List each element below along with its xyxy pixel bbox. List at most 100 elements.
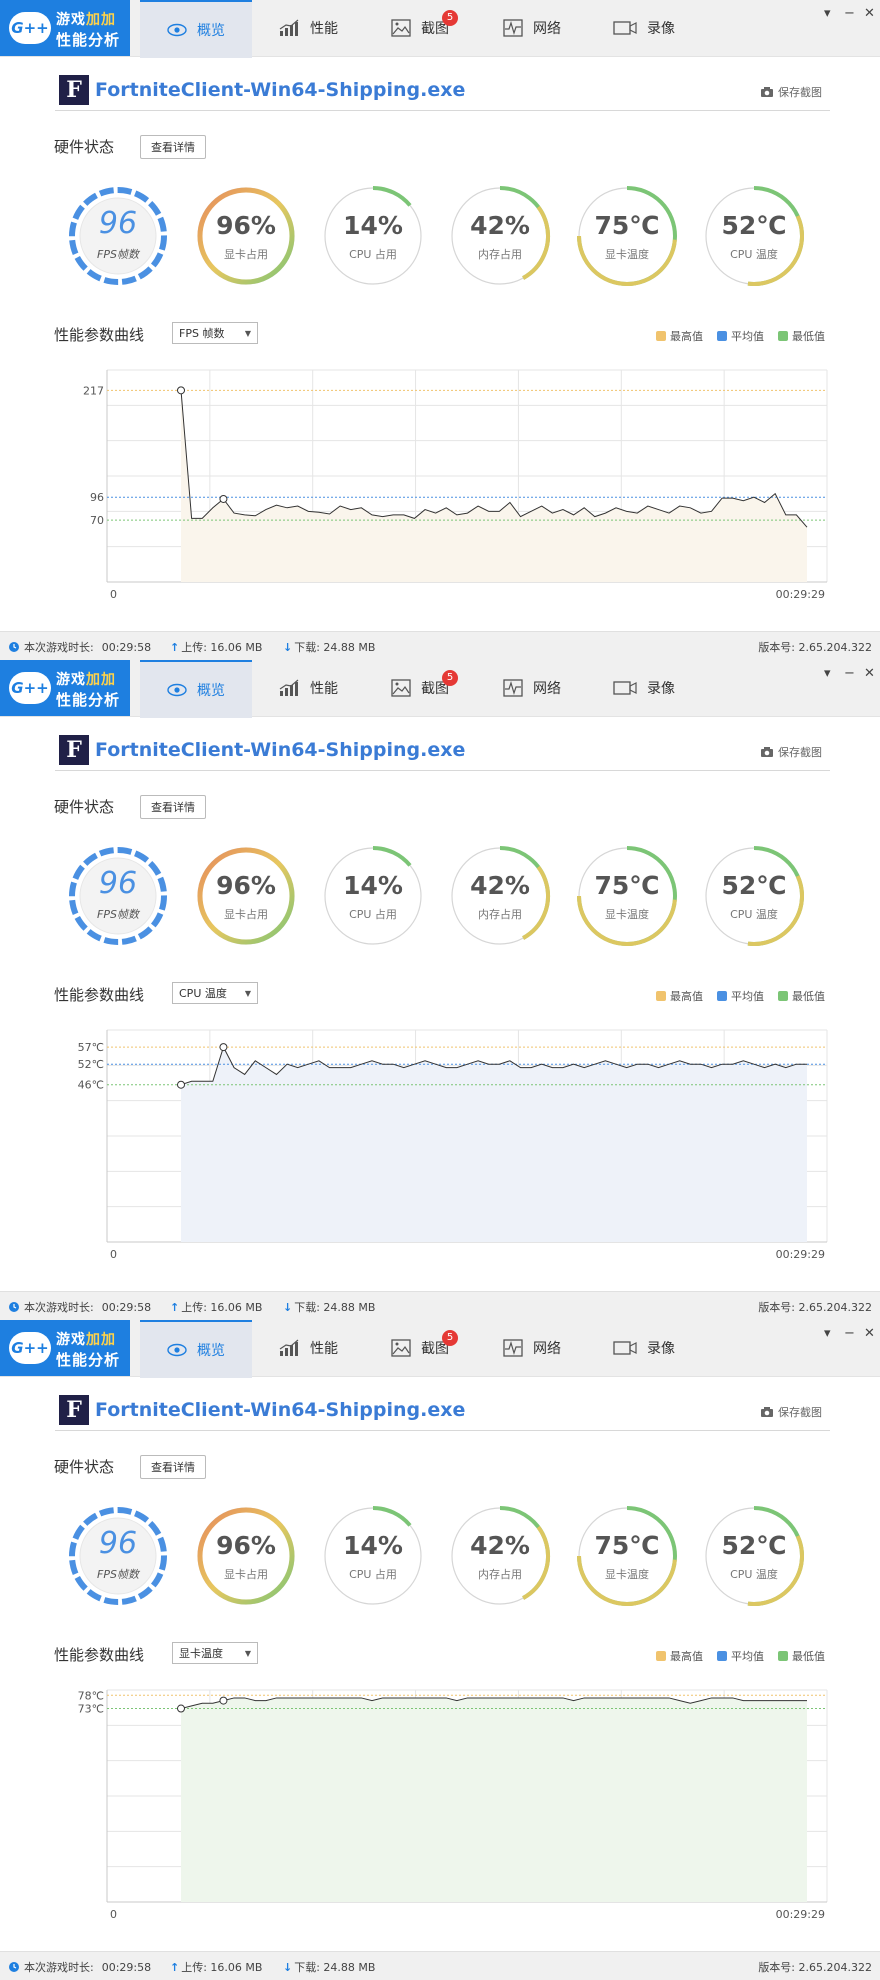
perf-curve-title: 性能参数曲线 bbox=[54, 326, 145, 344]
analysis-window: G++ 游戏加加 性能分析 概览 性能 截图 5 网络 录像 ▾ − ✕ F F… bbox=[0, 0, 880, 660]
tab-screenshots[interactable]: 截图 5 bbox=[364, 0, 476, 56]
tab-network[interactable]: 网络 bbox=[476, 1320, 588, 1376]
tab-performance[interactable]: 性能 bbox=[252, 0, 364, 56]
menu-dropdown-icon[interactable]: ▾ bbox=[824, 1326, 831, 1341]
menu-dropdown-icon[interactable]: ▾ bbox=[824, 6, 831, 21]
close-icon[interactable]: ✕ bbox=[864, 1326, 875, 1341]
gauge-1: 96% 显卡占用 bbox=[194, 844, 298, 948]
chevron-down-icon: ▼ bbox=[244, 329, 251, 338]
tab-overview[interactable]: 概览 bbox=[140, 660, 252, 718]
view-details-button[interactable]: 查看详情 bbox=[140, 135, 206, 159]
logo-badge: G++ bbox=[9, 672, 51, 704]
metric-select[interactable]: FPS 帧数 ▼ bbox=[172, 322, 258, 344]
title-bar: G++ 游戏加加 性能分析 概览 性能 截图 5 网络 录像 ▾ − ✕ bbox=[0, 1320, 880, 1378]
tab-overview[interactable]: 概览 bbox=[140, 0, 252, 58]
y-tick-label: 52℃ bbox=[78, 1058, 104, 1071]
chart-area bbox=[181, 1047, 807, 1242]
chart-legend: 最高值 平均值 最低值 bbox=[642, 1648, 825, 1664]
tab-label: 录像 bbox=[647, 21, 675, 37]
legend-item-min: 最低值 bbox=[778, 1648, 825, 1664]
hardware-status-title: 硬件状态 bbox=[54, 1458, 115, 1476]
legend-swatch bbox=[717, 991, 727, 1001]
gauge-label: FPS帧数 bbox=[97, 248, 139, 261]
menu-dropdown-icon[interactable]: ▾ bbox=[824, 666, 831, 681]
tab-performance[interactable]: 性能 bbox=[252, 1320, 364, 1376]
close-icon[interactable]: ✕ bbox=[864, 666, 875, 681]
save-screenshot-button[interactable]: 保存截图 bbox=[760, 84, 822, 100]
video-icon bbox=[613, 1341, 637, 1355]
tab-screenshots[interactable]: 截图 5 bbox=[364, 1320, 476, 1376]
upload-arrow-icon: ↑ bbox=[170, 1960, 180, 1974]
view-details-button[interactable]: 查看详情 bbox=[140, 795, 206, 819]
metric-select[interactable]: CPU 温度 ▼ bbox=[172, 982, 258, 1004]
gauge-0: 96 FPS帧数 bbox=[66, 184, 170, 288]
image-icon bbox=[391, 679, 411, 697]
minimize-icon[interactable]: − bbox=[844, 6, 855, 21]
clock-icon bbox=[9, 642, 19, 652]
data-point bbox=[177, 386, 185, 395]
bar-chart-icon bbox=[279, 679, 299, 696]
minimize-icon[interactable]: − bbox=[844, 666, 855, 681]
chart-area bbox=[181, 1697, 807, 1902]
metric-select-value: CPU 温度 bbox=[179, 987, 227, 1000]
analysis-window: G++ 游戏加加 性能分析 概览 性能 截图 5 网络 录像 ▾ − ✕ F F… bbox=[0, 660, 880, 1320]
gauge-value: 75℃ bbox=[594, 871, 660, 900]
tab-overview[interactable]: 概览 bbox=[140, 1320, 252, 1378]
gauge-arc bbox=[372, 186, 412, 207]
gauge-2: 14% CPU 占用 bbox=[321, 1504, 425, 1608]
pulse-icon bbox=[503, 679, 523, 697]
tab-network[interactable]: 网络 bbox=[476, 660, 588, 716]
close-icon[interactable]: ✕ bbox=[864, 6, 875, 21]
save-screenshot-button[interactable]: 保存截图 bbox=[760, 1404, 822, 1420]
chart-legend: 最高值 平均值 最低值 bbox=[642, 988, 825, 1004]
gauge-value: 96 bbox=[98, 866, 138, 901]
version-label: 版本号: 2.65.204.322 bbox=[758, 1961, 872, 1974]
tab-recording[interactable]: 录像 bbox=[588, 0, 700, 56]
metric-select-value: 显卡温度 bbox=[179, 1647, 223, 1660]
upload-arrow-icon: ↑ bbox=[170, 1300, 180, 1314]
metric-select[interactable]: 显卡温度 ▼ bbox=[172, 1642, 258, 1664]
game-icon: F bbox=[59, 1395, 89, 1425]
gauge-label: 内存占用 bbox=[478, 908, 522, 921]
legend-item-max: 最高值 bbox=[656, 328, 703, 344]
video-icon bbox=[613, 681, 637, 695]
gauge-label: 显卡占用 bbox=[224, 1568, 268, 1581]
image-icon bbox=[391, 19, 411, 37]
gauge-value: 52℃ bbox=[721, 1531, 787, 1560]
tab-recording[interactable]: 录像 bbox=[588, 1320, 700, 1376]
x-tick-label: 0 bbox=[110, 1908, 117, 1921]
game-icon: F bbox=[59, 75, 89, 105]
legend-swatch bbox=[778, 331, 788, 341]
process-name: FortniteClient-Win64-Shipping.exe bbox=[95, 79, 466, 101]
version-label: 版本号: 2.65.204.322 bbox=[758, 1301, 872, 1314]
y-tick-label: 78℃ bbox=[78, 1689, 104, 1702]
view-details-button[interactable]: 查看详情 bbox=[140, 1455, 206, 1479]
bar-chart-icon bbox=[279, 19, 299, 36]
tab-recording[interactable]: 录像 bbox=[588, 660, 700, 716]
x-tick-label: 00:29:29 bbox=[776, 588, 825, 601]
download-stat: ↓ 下载: 24.88 MB bbox=[283, 1960, 376, 1975]
gauge-label: 显卡温度 bbox=[605, 908, 649, 921]
legend-swatch bbox=[717, 1651, 727, 1661]
download-arrow-icon: ↓ bbox=[283, 1960, 293, 1974]
process-name: FortniteClient-Win64-Shipping.exe bbox=[95, 739, 466, 761]
upload-stat: ↑ 上传: 16.06 MB bbox=[170, 1960, 263, 1975]
gauge-value: 96% bbox=[216, 1531, 276, 1560]
gauge-value: 52℃ bbox=[721, 871, 787, 900]
gauge-label: 显卡占用 bbox=[224, 908, 268, 921]
tab-performance[interactable]: 性能 bbox=[252, 660, 364, 716]
x-tick-label: 00:29:29 bbox=[776, 1248, 825, 1261]
game-icon: F bbox=[59, 735, 89, 765]
chevron-down-icon: ▼ bbox=[244, 1649, 251, 1658]
gauge-label: CPU 占用 bbox=[349, 908, 397, 921]
tab-network[interactable]: 网络 bbox=[476, 0, 588, 56]
y-tick-label: 70 bbox=[90, 514, 104, 527]
gauge-2: 14% CPU 占用 bbox=[321, 844, 425, 948]
save-screenshot-button[interactable]: 保存截图 bbox=[760, 744, 822, 760]
legend-item-min: 最低值 bbox=[778, 328, 825, 344]
camera-icon bbox=[761, 747, 773, 757]
download-arrow-icon: ↓ bbox=[283, 640, 293, 654]
tab-screenshots[interactable]: 截图 5 bbox=[364, 660, 476, 716]
legend-item-avg: 平均值 bbox=[717, 988, 764, 1004]
minimize-icon[interactable]: − bbox=[844, 1326, 855, 1341]
